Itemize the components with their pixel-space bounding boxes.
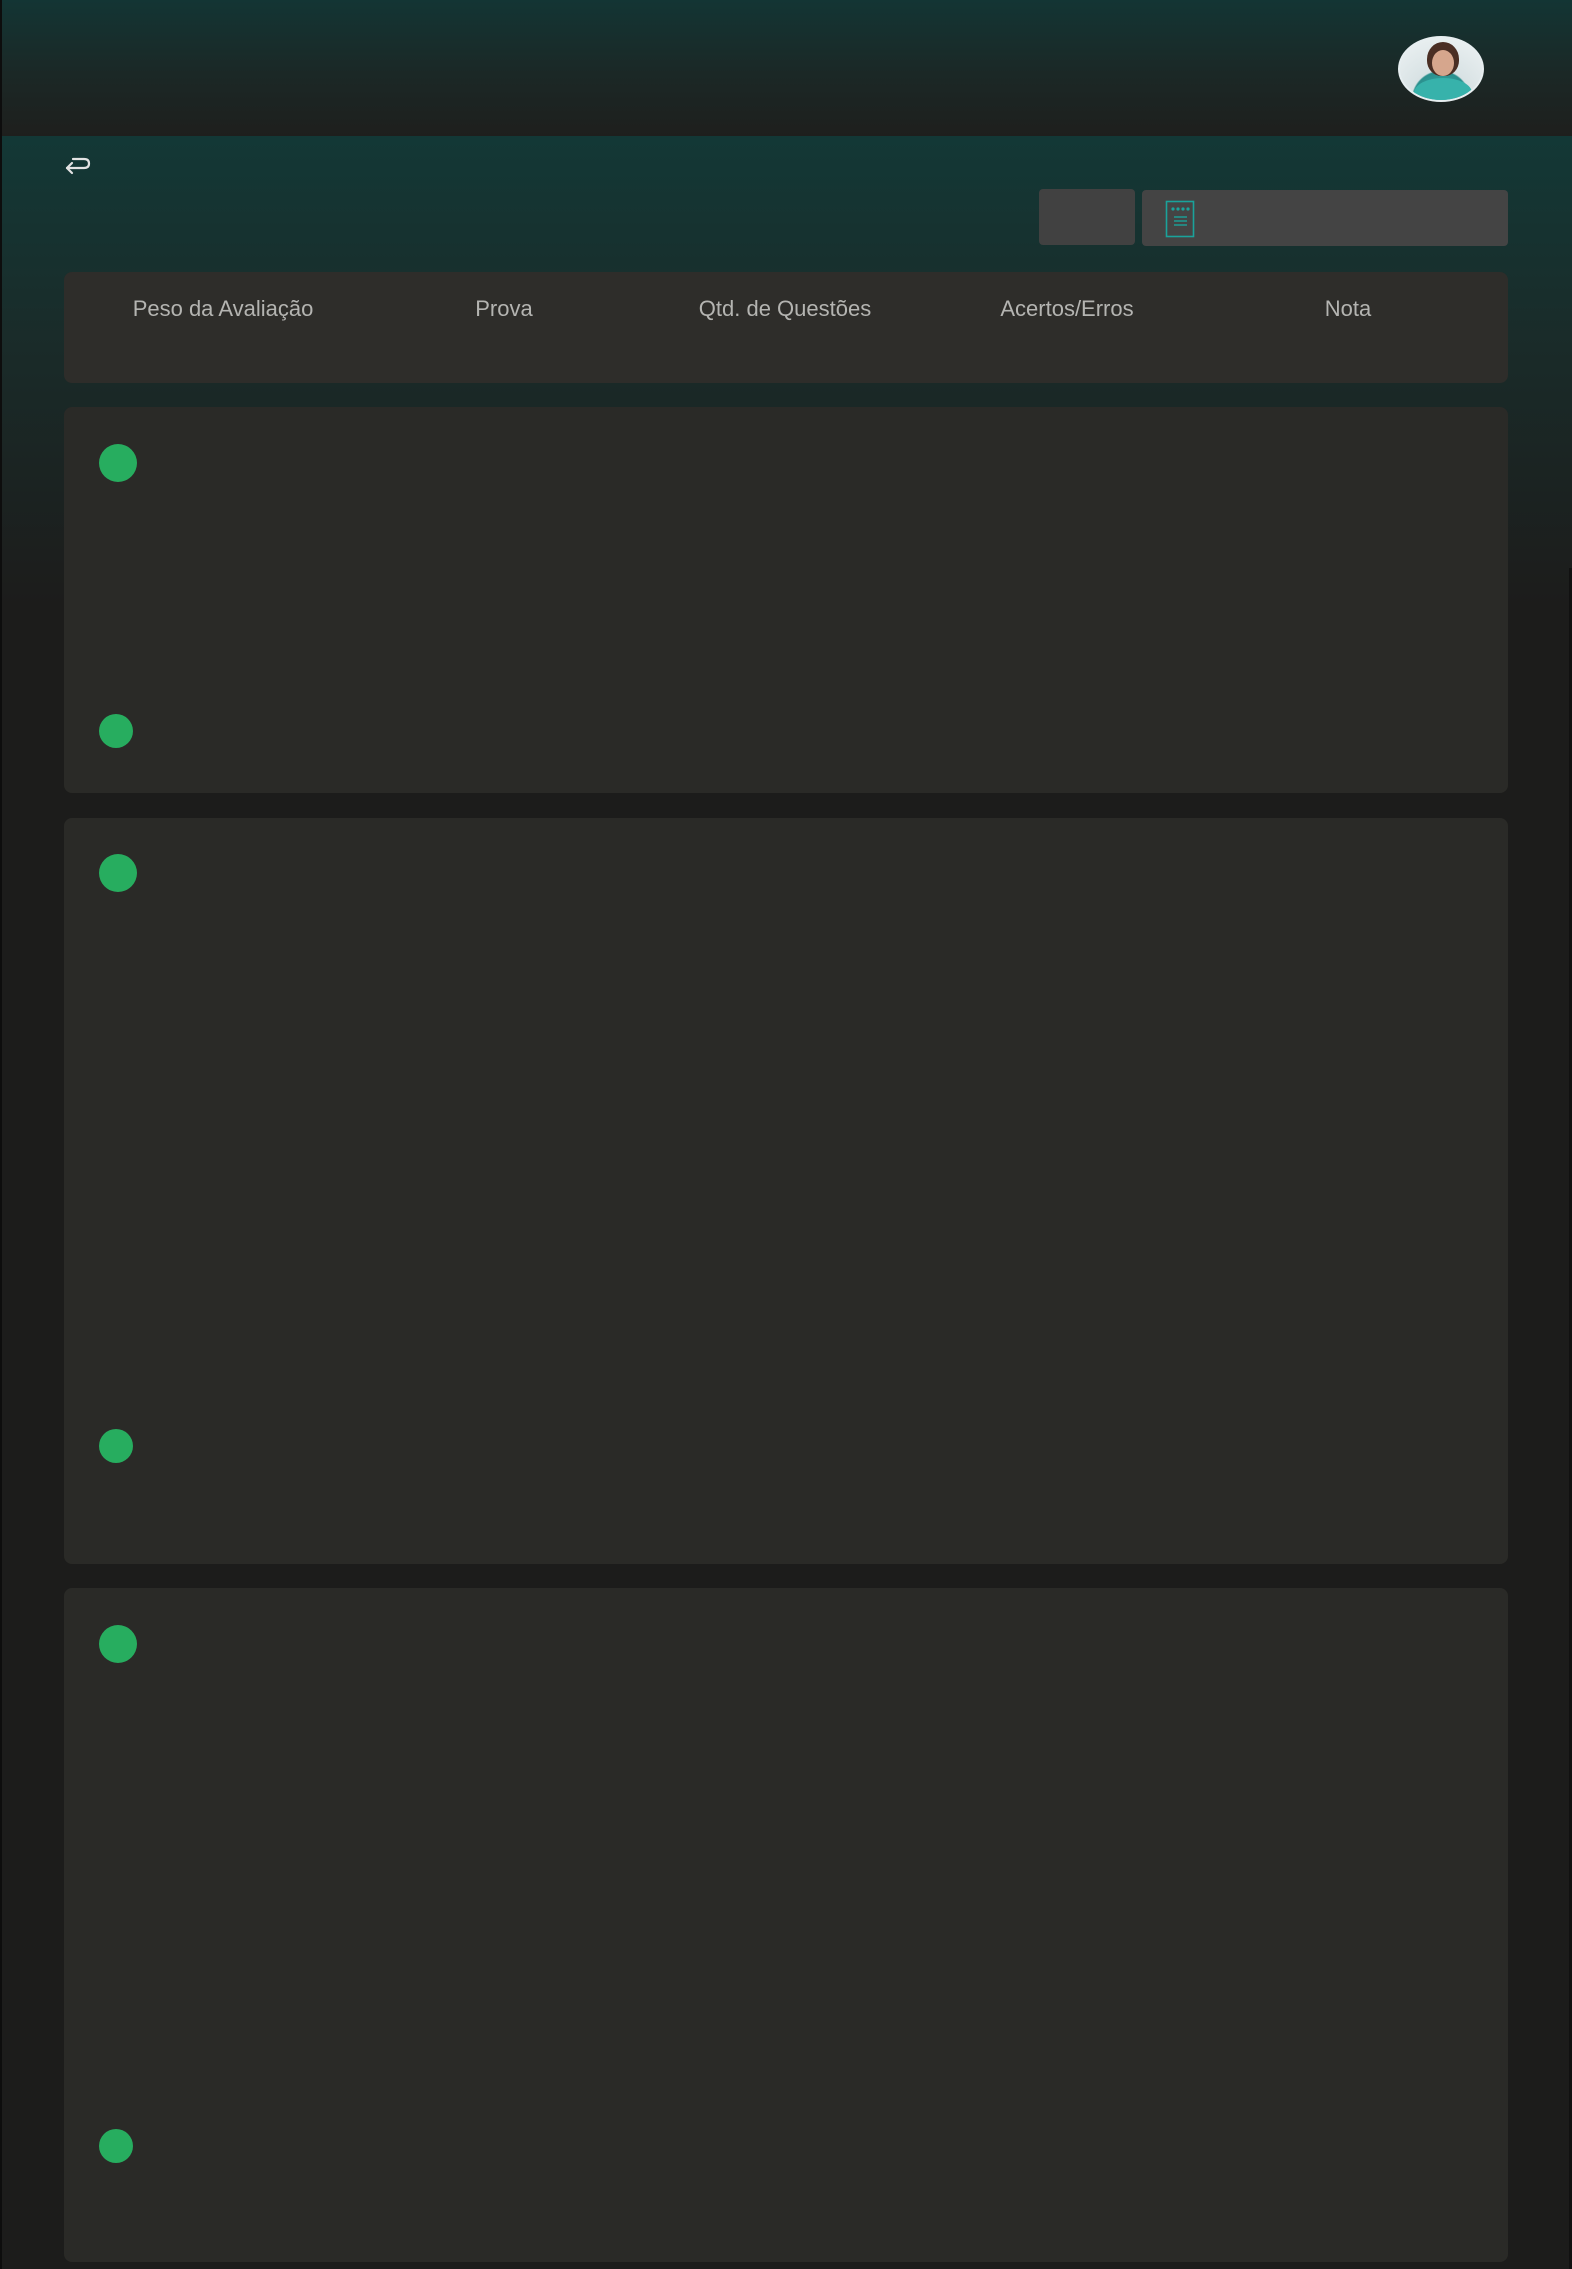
- evaluation-card[interactable]: [64, 818, 1508, 1564]
- status-dot: [99, 714, 133, 748]
- status-dot: [99, 444, 137, 482]
- page: Peso da Avaliação Prova Qtd. de Questões…: [0, 0, 1572, 2269]
- column-header-nota: Nota: [1324, 296, 1372, 321]
- back-button[interactable]: [62, 150, 92, 178]
- column-header-acertos: Acertos/Erros: [1000, 296, 1134, 321]
- status-dot: [99, 854, 137, 892]
- column-header-peso: Peso da Avaliação: [132, 296, 314, 321]
- avatar-face: [1432, 50, 1454, 76]
- evaluation-card[interactable]: [64, 1588, 1508, 2262]
- table-header: Peso da Avaliação Prova Qtd. de Questões…: [64, 272, 1508, 383]
- column-header-prova: Prova: [475, 296, 533, 321]
- avatar-body: [1414, 78, 1472, 100]
- user-avatar[interactable]: [1398, 36, 1484, 102]
- status-dot: [99, 1429, 133, 1463]
- column-header-questoes: Qtd. de Questões: [698, 296, 872, 321]
- top-bar: [0, 0, 1572, 136]
- status-dot: [99, 2129, 133, 2163]
- filter-button[interactable]: [1039, 189, 1135, 245]
- document-icon: [1165, 200, 1195, 238]
- evaluation-card[interactable]: [64, 407, 1508, 793]
- document-select[interactable]: [1142, 190, 1508, 246]
- return-arrow-icon: [65, 157, 91, 175]
- left-edge: [0, 0, 2, 2269]
- status-dot: [99, 1625, 137, 1663]
